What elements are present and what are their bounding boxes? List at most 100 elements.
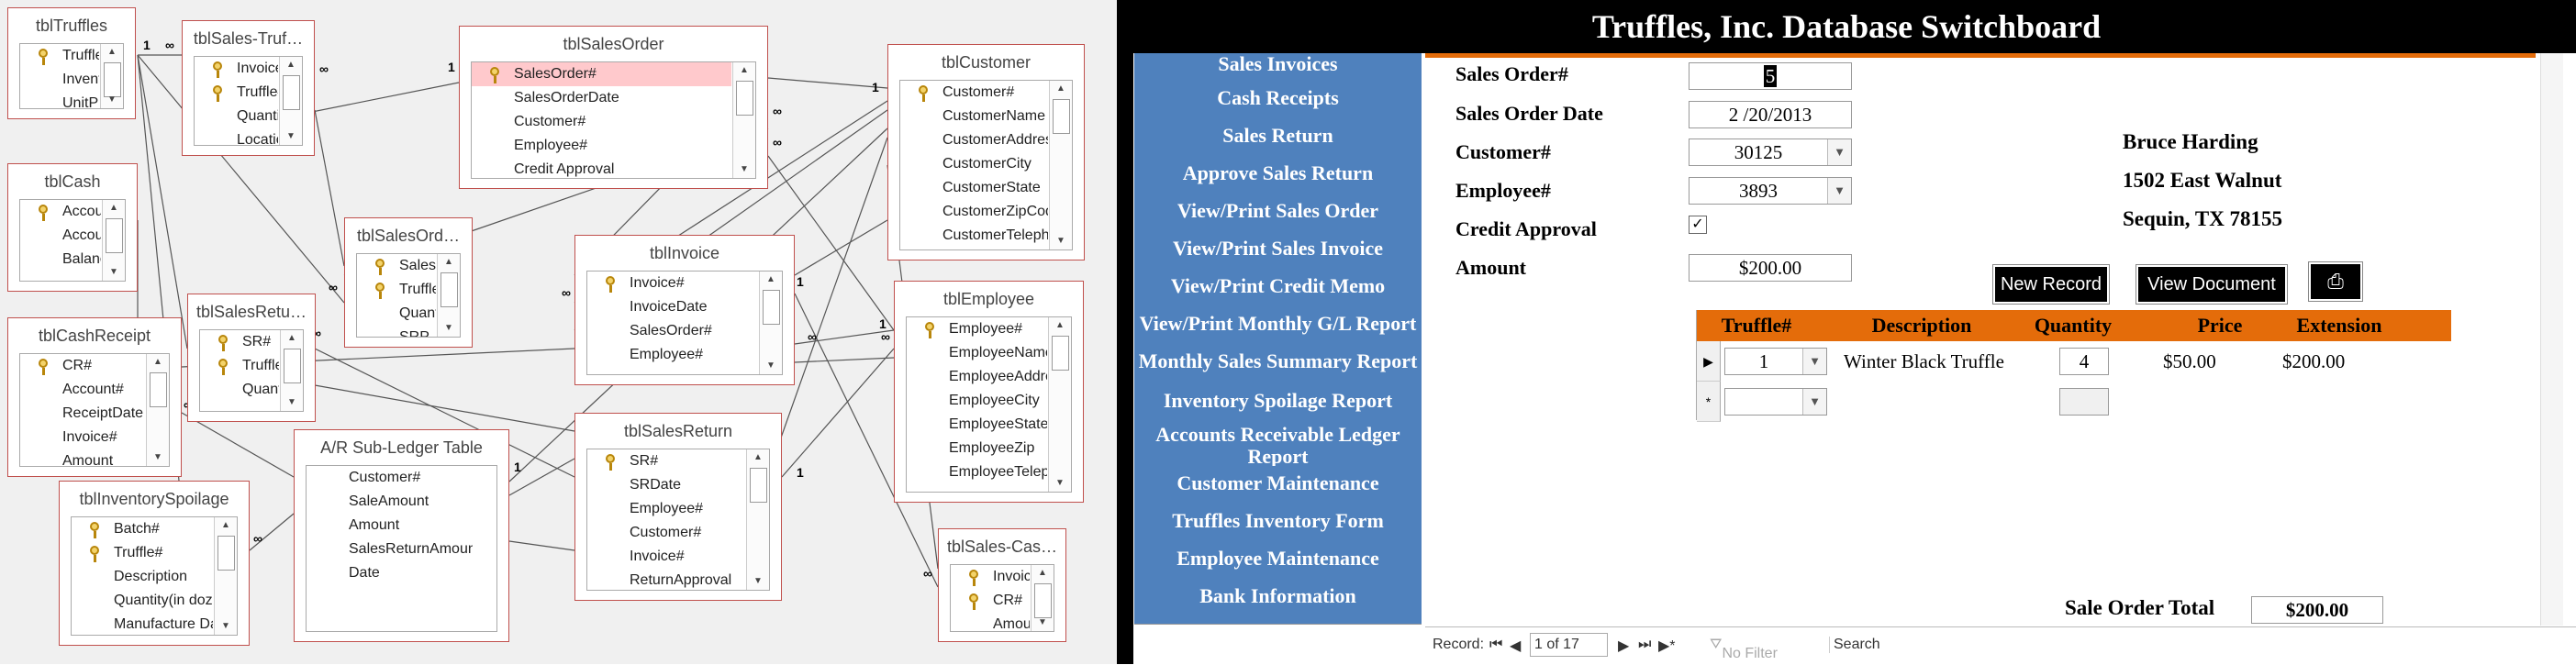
table-title[interactable]: tblInventorySpoilage [60,482,249,516]
scroll-up-icon[interactable]: ▲ [215,517,237,534]
menu-item-employee-maintenance[interactable]: Employee Maintenance [1134,548,1422,570]
amount-field[interactable]: $200.00 [1689,254,1852,282]
table-tblcash[interactable]: tblCashAccount#AccountTypeBalance▲▼ [7,163,138,292]
column-header-description[interactable]: Description [1825,310,2018,341]
field-row[interactable]: CR# [20,354,145,378]
field-row[interactable]: SaleAmount [307,490,473,514]
relationship-line[interactable] [508,540,575,551]
scroll-down-icon[interactable]: ▼ [438,320,460,337]
scroll-down-icon[interactable]: ▼ [1032,615,1054,631]
menu-item-view-print-sales-order[interactable]: View/Print Sales Order [1134,200,1422,222]
scroll-up-icon[interactable]: ▲ [1032,565,1054,582]
field-row[interactable]: Description [72,565,213,589]
field-list-scrollbar[interactable]: ▲ ▼ [146,354,169,466]
field-row[interactable]: SalesOrder# [357,254,436,278]
menu-item-monthly-sales-summary-report[interactable]: Monthly Sales Summary Report [1134,350,1422,393]
field-row[interactable]: SR# [200,330,279,354]
field-list-scrollbar[interactable]: ▲ ▼ [1048,317,1071,492]
scroll-up-icon[interactable]: ▲ [760,272,782,288]
last-record-icon[interactable]: ⏭ [1638,637,1651,653]
table-title[interactable]: tblSalesOrd… [345,218,472,253]
sales-order-date-field[interactable]: 2 /20/2013 [1689,101,1852,128]
extension-cell[interactable]: $200.00 [2282,350,2345,373]
relationship-line[interactable] [137,54,188,349]
menu-item-bank-information[interactable]: Bank Information [1134,585,1422,607]
field-row[interactable]: Customer# [472,110,731,134]
menu-item-cash-receipts[interactable]: Cash Receipts [1134,87,1422,109]
field-row[interactable]: Date [307,561,473,585]
field-row[interactable]: Customer# [587,521,745,545]
field-row[interactable]: SRDate [587,473,745,497]
field-row[interactable]: Employee# [472,134,731,158]
field-row[interactable]: EmployeeAddress [907,365,1047,389]
form-vertical-scrollbar[interactable] [2540,53,2563,626]
chevron-down-icon[interactable]: ▼ [1802,349,1826,374]
scroll-thumb[interactable] [284,349,301,383]
menu-item-customer-maintenance[interactable]: Customer Maintenance [1134,472,1422,494]
menu-item-view-print-credit-memo[interactable]: View/Print Credit Memo [1134,275,1422,297]
scroll-up-icon[interactable]: ▲ [281,330,303,347]
field-row[interactable]: Truffle# [72,541,213,565]
scroll-down-icon[interactable]: ▼ [215,618,237,635]
field-row[interactable]: SRP [357,326,436,337]
menu-item-truffles-inventory-form[interactable]: Truffles Inventory Form [1134,510,1422,532]
field-row[interactable]: CustomerCity [900,152,1048,176]
field-row[interactable]: CustomerZipCode [900,200,1048,224]
chevron-down-icon[interactable]: ▼ [1827,139,1851,165]
quantity-field[interactable]: 4 [2059,348,2109,375]
field-row[interactable]: Invoice# [20,426,145,449]
scroll-thumb[interactable] [440,272,458,307]
field-list-scrollbar[interactable]: ▲ ▼ [746,449,769,590]
field-row[interactable]: Account# [20,378,145,402]
scroll-thumb[interactable] [106,218,123,253]
field-row[interactable]: SalesOrder# [587,319,758,343]
scroll-up-icon[interactable]: ▲ [747,449,769,466]
field-row[interactable]: Account# [20,200,101,224]
relationship-line[interactable] [781,348,895,478]
scroll-up-icon[interactable]: ▲ [280,57,302,73]
table-title[interactable]: tblCashReceipt [8,318,181,353]
scroll-down-icon[interactable]: ▼ [1050,233,1072,249]
print-icon[interactable]: ⎙ [2309,262,2362,301]
table-tblinventoryspoilage[interactable]: tblInventorySpoilage Batch# Truffle# Descri… [59,481,250,646]
field-row[interactable]: ReturnApproval [587,569,745,590]
field-row[interactable]: Quantity(in dozens) [72,589,213,613]
field-list-scrollbar[interactable]: ▲ ▼ [732,62,755,178]
field-row[interactable]: AccountType [20,224,101,248]
table-tblinvoice[interactable]: tblInvoice Invoice# InvoiceDate SalesOrder#… [574,235,795,385]
field-list-scrollbar[interactable]: ▲ ▼ [1031,565,1054,631]
scroll-up-icon[interactable]: ▲ [101,44,123,61]
field-row[interactable]: CustomerName [900,105,1048,128]
table-title[interactable]: tblEmployee [895,282,1083,316]
relationship-line[interactable] [767,77,888,89]
search-box[interactable]: Search [1829,637,1880,653]
field-list-scrollbar[interactable]: ▲ ▼ [102,200,125,281]
field-row[interactable]: Truffle# [195,81,278,105]
field-row[interactable]: CustomerAddress [900,128,1048,152]
field-row[interactable]: Quantity Returned [200,378,279,402]
table-tbltruffles[interactable]: tblTrufflesTruffle#InventoryUnitPriceCOG… [7,7,136,119]
scroll-down-icon[interactable]: ▼ [733,161,755,178]
field-list-scrollbar[interactable]: ▲ ▼ [279,57,302,145]
description-cell[interactable]: Winter Black Truffle [1844,350,2004,373]
first-record-icon[interactable]: ⏮ [1489,637,1502,653]
relationship-line[interactable] [181,412,295,478]
table-tblsalesreturn-truffles[interactable]: tblSalesRetu… SR# Truffle# Quantity Returne… [187,294,316,422]
field-row[interactable]: Batch# [72,517,213,541]
table-tblsalesorder-truffles[interactable]: tblSalesOrd…SalesOrder#Truffle#QuantityS… [344,217,473,348]
scroll-thumb[interactable] [736,81,753,116]
record-position[interactable]: 1 of 17 [1530,633,1608,657]
employee-combo[interactable]: 3893 ▼ [1689,177,1852,205]
field-row[interactable]: SalesReturnAmount [307,538,473,561]
scroll-up-icon[interactable]: ▲ [438,254,460,271]
field-row[interactable]: CR# [951,589,1030,613]
scroll-down-icon[interactable]: ▼ [280,128,302,145]
menu-item-inventory-spoilage-report[interactable]: Inventory Spoilage Report [1134,390,1422,412]
scroll-thumb[interactable] [283,75,300,110]
field-row[interactable]: UnitPrice [20,92,99,108]
table-title[interactable]: tblCustomer [888,45,1084,80]
field-row[interactable]: CustomerTelephone [900,224,1048,248]
field-row[interactable]: Invoice# [195,57,278,81]
field-list-scrollbar[interactable]: ▲ ▼ [280,330,303,411]
relationship-line[interactable] [779,137,888,441]
